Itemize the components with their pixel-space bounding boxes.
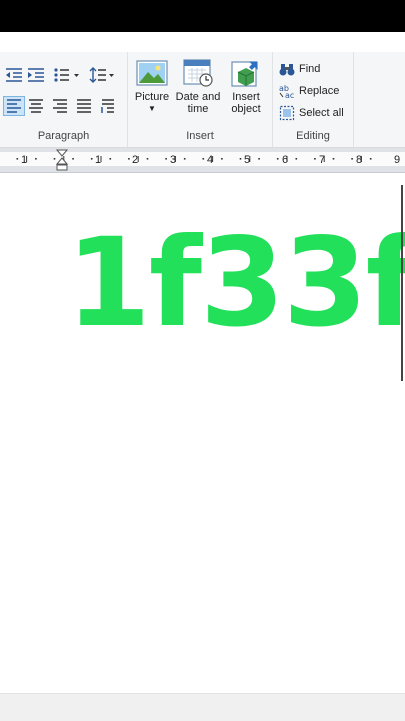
ruler-number: 2 xyxy=(132,154,138,166)
picture-button[interactable]: Picture ▼ xyxy=(134,58,170,115)
ruler-tick xyxy=(239,158,242,160)
insert-object-button[interactable]: Insert object xyxy=(226,58,266,115)
select-all-icon xyxy=(279,105,295,121)
ruler-number: 1 xyxy=(95,154,101,166)
picture-label: Picture xyxy=(134,91,170,103)
insert-object-label-2: object xyxy=(231,103,261,115)
document-canvas[interactable]: 1f33f xyxy=(0,173,405,693)
ruler-number: 1 xyxy=(21,154,27,166)
ribbon: Paragraph Picture ▼ Date and time Insert… xyxy=(0,52,405,148)
align-right-icon xyxy=(53,99,67,113)
date-and-time-button[interactable]: Date and time xyxy=(174,58,222,115)
line-spacing-icon xyxy=(89,67,114,83)
ruler-tick xyxy=(165,158,167,160)
editing-group-label: Editing xyxy=(296,130,330,142)
ruler-tick xyxy=(90,158,93,160)
top-system-bar xyxy=(0,0,405,32)
decrease-indent-button[interactable] xyxy=(4,66,24,84)
align-left-button[interactable] xyxy=(3,96,25,116)
ruler-tick xyxy=(183,158,186,160)
decrease-indent-icon xyxy=(6,68,22,82)
justify-icon xyxy=(77,99,91,113)
find-button[interactable]: Find xyxy=(279,59,320,79)
align-right-button[interactable] xyxy=(50,97,70,115)
ruler-tick xyxy=(109,158,112,160)
insert-object-icon xyxy=(231,61,258,87)
ruler-number: 4 xyxy=(207,154,213,166)
indent-marker-icon[interactable] xyxy=(56,149,68,171)
ruler-tick xyxy=(16,158,19,160)
select-all-label: Select all xyxy=(299,107,344,119)
ribbon-tabs-area xyxy=(0,32,405,52)
ruler-tick xyxy=(258,158,260,160)
line-spacing-button[interactable] xyxy=(88,66,118,84)
bullet-list-icon xyxy=(54,68,79,82)
paragraph-group-label: Paragraph xyxy=(37,130,90,142)
ruler-tick xyxy=(128,158,130,160)
ruler-number: 9 xyxy=(394,154,400,166)
ruler-tick xyxy=(202,158,205,160)
justify-button[interactable] xyxy=(74,97,94,115)
date-and-time-label-1: Date and xyxy=(175,91,221,103)
increase-indent-button[interactable] xyxy=(26,66,46,84)
date-and-time-label-2: time xyxy=(187,103,209,115)
align-left-icon xyxy=(7,99,21,113)
align-center-icon xyxy=(29,99,43,113)
ruler-tick xyxy=(35,158,37,160)
replace-label: Replace xyxy=(299,85,340,97)
picture-dropdown-icon[interactable]: ▼ xyxy=(148,103,156,115)
ruler-tick xyxy=(276,158,279,160)
replace-button[interactable]: ab ac Replace xyxy=(279,81,339,101)
svg-text:ac: ac xyxy=(285,91,294,99)
ruler-number: 5 xyxy=(244,154,250,166)
binoculars-icon xyxy=(279,64,295,76)
ruler-number: 7 xyxy=(319,154,325,166)
ruler-tick xyxy=(332,158,335,160)
insert-group-label: Insert xyxy=(186,130,214,142)
ruler-tick xyxy=(295,158,298,160)
editing-group: Find ab ac Replace Select all Editing xyxy=(273,52,354,147)
ruler-tick xyxy=(351,158,353,160)
ruler-tick xyxy=(72,158,74,160)
status-bar xyxy=(0,693,405,721)
document-text[interactable]: 1f33f xyxy=(66,213,405,353)
ruler-tick xyxy=(369,158,372,160)
ruler[interactable]: 1 1 2 3 4 5 6 7 8 9 xyxy=(0,148,405,173)
align-center-button[interactable] xyxy=(26,97,46,115)
ruler-number: 3 xyxy=(170,154,176,166)
paragraph-settings-button[interactable] xyxy=(98,97,118,115)
ruler-tick xyxy=(221,158,223,160)
select-all-button[interactable]: Select all xyxy=(279,103,344,123)
increase-indent-icon xyxy=(28,68,44,82)
replace-icon: abac xyxy=(279,84,294,99)
insert-group: Picture ▼ Date and time Insert object In… xyxy=(128,52,273,147)
calendar-clock-icon xyxy=(183,59,213,87)
find-label: Find xyxy=(299,63,321,75)
ruler-tick xyxy=(146,158,149,160)
paragraph-group: Paragraph xyxy=(0,52,128,147)
insert-object-label-1: Insert xyxy=(232,91,260,103)
ruler-number: 6 xyxy=(282,154,288,166)
paragraph-settings-icon xyxy=(101,99,114,113)
text-caret xyxy=(401,185,403,381)
picture-icon xyxy=(136,60,168,86)
ruler-number: 8 xyxy=(356,154,362,166)
bullets-button[interactable] xyxy=(52,66,82,84)
ruler-tick xyxy=(314,158,316,160)
